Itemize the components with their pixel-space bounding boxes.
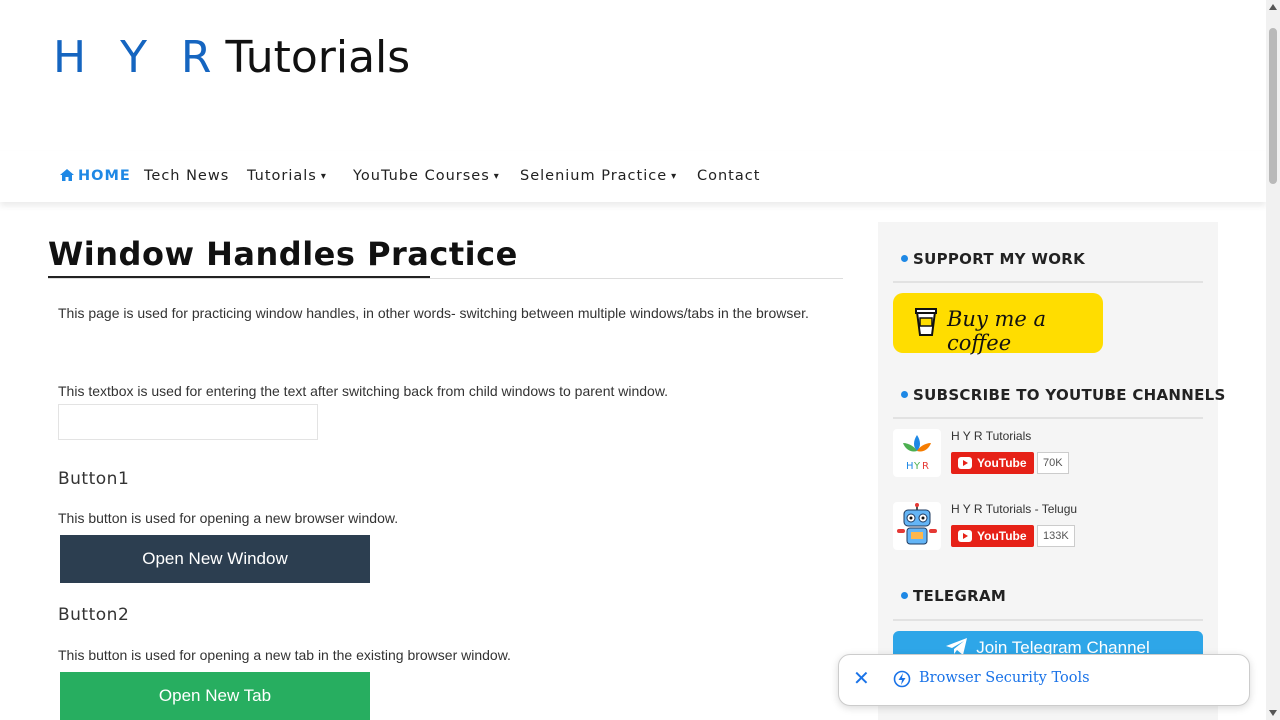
bullet-dot-icon [901, 255, 908, 262]
svg-text:Y: Y [913, 461, 921, 472]
button2-heading: Button2 [58, 605, 130, 625]
coffee-label: Buy me a coffee [947, 307, 1047, 355]
coffee-cup-icon [915, 308, 937, 336]
chevron-down-icon: ▾ [320, 171, 327, 182]
svg-text:R: R [922, 461, 929, 472]
support-title-text: SUPPORT MY WORK [913, 250, 1086, 268]
buy-me-a-coffee-button[interactable]: Buy me a coffee [893, 293, 1103, 355]
channel-avatar[interactable]: H Y R [893, 429, 941, 477]
subscriber-count: 70K [1037, 452, 1069, 474]
title-divider [48, 278, 843, 279]
nav-selenium-practice[interactable]: Selenium Practice ▾ [520, 151, 677, 202]
button1-heading: Button1 [58, 469, 130, 489]
youtube-subscribe-button[interactable]: YouTube [951, 525, 1034, 547]
channel-name[interactable]: H Y R Tutorials - Telugu [951, 502, 1077, 516]
site-logo[interactable]: H Y RTutorials [53, 30, 410, 86]
youtube-channel-row: H Y R H Y R Tutorials YouTube 70K [893, 429, 1203, 479]
youtube-subscribe-button[interactable]: YouTube [951, 452, 1034, 474]
subscriber-count: 133K [1037, 525, 1075, 547]
close-icon[interactable]: ✕ [853, 667, 870, 691]
widget-divider [893, 281, 1203, 283]
robot-avatar-icon [897, 503, 937, 545]
hyr-logo-icon: H Y R [903, 435, 931, 472]
logo-tutorials: Tutorials [225, 32, 411, 83]
youtube-channel-row: H Y R Tutorials - Telugu YouTube 133K [893, 502, 1203, 552]
nav-tutorials[interactable]: Tutorials ▾ [247, 151, 327, 202]
page-scrollbar[interactable] [1266, 0, 1280, 720]
youtube-play-icon [958, 530, 972, 542]
chevron-down-icon: ▾ [493, 171, 500, 182]
youtube-play-icon [958, 457, 972, 469]
bullet-dot-icon [901, 391, 908, 398]
nav-tech-news[interactable]: Tech News [144, 151, 229, 202]
channel-avatar[interactable] [893, 502, 941, 550]
support-widget-title: SUPPORT MY WORK [901, 250, 1085, 268]
main-navigation: HOME Tech News Tutorials ▾ YouTube Course… [0, 151, 1266, 202]
bullet-dot-icon [901, 592, 908, 599]
widget-divider [893, 619, 1203, 621]
telegram-title-text: TELEGRAM [913, 587, 1007, 605]
telegram-widget-title: TELEGRAM [901, 587, 1006, 605]
button1-description: This button is used for opening a new br… [58, 510, 399, 526]
open-new-tab-button[interactable]: Open New Tab [60, 672, 370, 720]
nav-contact[interactable]: Contact [697, 151, 760, 202]
subscribe-title-text: SUBSCRIBE TO YOUTUBE CHANNELS [913, 386, 1226, 404]
nav-tutorials-label: Tutorials [247, 168, 317, 184]
youtube-button-label: YouTube [977, 456, 1027, 470]
chevron-down-icon: ▾ [671, 171, 678, 182]
button2-description: This button is used for opening a new ta… [58, 647, 511, 663]
textbox-description: This textbox is used for entering the te… [58, 383, 669, 399]
logo-hyr: H Y R [53, 32, 222, 83]
intro-text: This page is used for practicing window … [58, 305, 809, 321]
subscribe-widget-title: SUBSCRIBE TO YOUTUBE CHANNELS [901, 386, 1226, 404]
security-tools-popup: ✕ Browser Security Tools [838, 654, 1250, 706]
scrollbar-thumb[interactable] [1269, 28, 1277, 184]
youtube-button-label: YouTube [977, 529, 1027, 543]
scroll-down-arrow-icon[interactable] [1269, 710, 1277, 716]
security-tools-link[interactable]: Browser Security Tools [919, 670, 1090, 686]
scroll-up-arrow-icon[interactable] [1269, 4, 1277, 10]
name-textbox[interactable] [58, 404, 318, 440]
widget-divider [893, 417, 1203, 419]
svg-text:H: H [906, 461, 914, 472]
nav-home[interactable]: HOME [60, 151, 131, 202]
nav-home-label: HOME [78, 168, 131, 184]
page-title: Window Handles Practice [48, 235, 518, 273]
nav-youtube-courses-label: YouTube Courses [353, 168, 490, 184]
channel-name[interactable]: H Y R Tutorials [951, 429, 1031, 443]
nav-youtube-courses[interactable]: YouTube Courses ▾ [353, 151, 500, 202]
home-icon [60, 169, 74, 181]
bolt-icon [893, 670, 911, 688]
nav-selenium-practice-label: Selenium Practice [520, 168, 668, 184]
open-new-window-button[interactable]: Open New Window [60, 535, 370, 583]
